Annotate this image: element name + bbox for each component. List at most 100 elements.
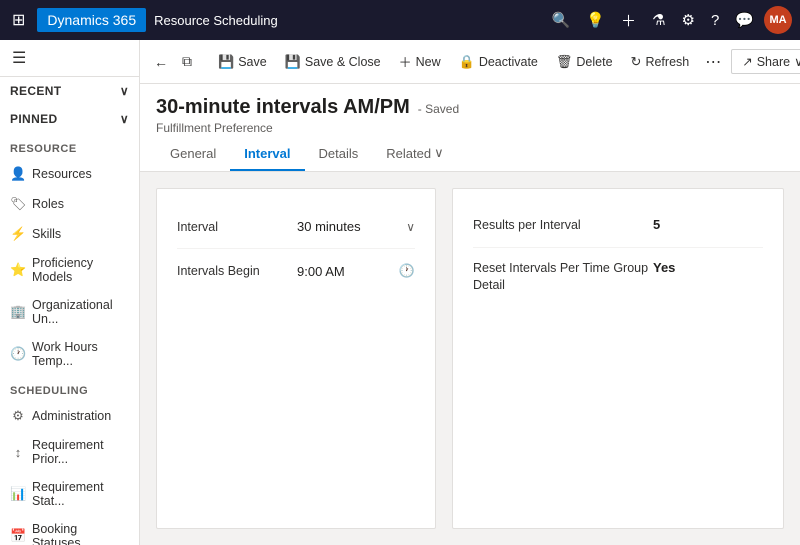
- more-button[interactable]: ⋯: [699, 48, 727, 76]
- intervals-begin-value-container[interactable]: 9:00 AM 🕐: [297, 263, 415, 279]
- hamburger-icon[interactable]: ☰: [0, 40, 139, 77]
- results-per-interval-value: 5: [653, 217, 660, 232]
- recent-collapse[interactable]: Recent ∨: [0, 77, 139, 105]
- admin-icon: ⚙: [10, 408, 26, 424]
- page-title-row: 30-minute intervals AM/PM - Saved: [156, 96, 784, 119]
- proficiency-icon: ⭐: [10, 262, 26, 278]
- req-priority-icon: ↕: [10, 445, 26, 460]
- scheduling-group-label: Scheduling: [0, 375, 139, 401]
- grid-icon[interactable]: ⊞: [8, 6, 29, 34]
- share-icon: ↗: [742, 54, 752, 69]
- resources-icon: 👤: [10, 166, 26, 182]
- booking-label: Booking Statuses: [32, 522, 129, 545]
- save-close-label: Save & Close: [305, 55, 381, 69]
- reset-intervals-field: Reset Intervals Per Time Group Detail Ye…: [473, 248, 763, 307]
- deactivate-icon: 🔒: [459, 54, 475, 70]
- deactivate-button[interactable]: 🔒 Deactivate: [451, 49, 546, 75]
- interval-dropdown-icon: ∨: [406, 220, 415, 234]
- interval-left-card: Interval 30 minutes ∨ Intervals Begin 9:…: [156, 188, 436, 529]
- recent-label: Recent: [10, 84, 62, 98]
- sidebar-item-skills[interactable]: ⚡ Skills: [0, 219, 139, 249]
- form-content: Interval 30 minutes ∨ Intervals Begin 9:…: [140, 172, 800, 545]
- new-icon: ＋: [399, 52, 412, 71]
- tab-general[interactable]: General: [156, 136, 230, 171]
- save-label: Save: [238, 55, 267, 69]
- share-button[interactable]: ↗ Share ∨: [731, 49, 800, 74]
- work-hours-icon: 🕐: [10, 346, 26, 362]
- sidebar-item-work-hours[interactable]: 🕐 Work Hours Temp...: [0, 333, 139, 375]
- funnel-icon[interactable]: ⚗: [646, 7, 671, 33]
- page-subtitle: Fulfillment Preference: [156, 121, 784, 135]
- module-name: Resource Scheduling: [154, 13, 538, 28]
- sidebar-item-booking-statuses[interactable]: 📅 Booking Statuses: [0, 515, 139, 545]
- sidebar-item-administration[interactable]: ⚙ Administration: [0, 401, 139, 431]
- work-hours-label: Work Hours Temp...: [32, 340, 129, 368]
- resource-group-label: Resource: [0, 133, 139, 159]
- results-per-interval-label: Results per Interval: [473, 217, 653, 235]
- avatar[interactable]: MA: [764, 6, 792, 34]
- proficiency-label: Proficiency Models: [32, 256, 129, 284]
- org-icon: 🏢: [10, 304, 26, 320]
- refresh-icon: ↻: [631, 54, 642, 70]
- intervals-begin-value: 9:00 AM: [297, 264, 345, 279]
- interval-value: 30 minutes: [297, 219, 361, 234]
- refresh-label: Refresh: [645, 55, 689, 69]
- tab-interval[interactable]: Interval: [230, 136, 304, 171]
- req-status-label: Requirement Stat...: [32, 480, 129, 508]
- deactivate-label: Deactivate: [479, 55, 538, 69]
- sidebar: ☰ Recent ∨ Pinned ∨ Resource 👤 Resources…: [0, 40, 140, 545]
- sidebar-item-req-status[interactable]: 📊 Requirement Stat...: [0, 473, 139, 515]
- topbar: ⊞ Dynamics 365 Resource Scheduling 🔍 💡 ＋…: [0, 0, 800, 40]
- tabs-bar: General Interval Details Related ∨: [140, 135, 800, 172]
- interval-field: Interval 30 minutes ∨: [177, 205, 415, 249]
- tab-related[interactable]: Related ∨: [372, 135, 457, 171]
- sidebar-item-org-units[interactable]: 🏢 Organizational Un...: [0, 291, 139, 333]
- share-label: Share: [757, 55, 790, 69]
- interval-right-card: Results per Interval 5 Reset Intervals P…: [452, 188, 784, 529]
- intervals-begin-label: Intervals Begin: [177, 264, 297, 278]
- recent-chevron: ∨: [120, 84, 129, 98]
- save-close-icon: 💾: [285, 54, 301, 70]
- help-icon[interactable]: ?: [705, 8, 725, 33]
- org-label: Organizational Un...: [32, 298, 129, 326]
- intervals-begin-field: Intervals Begin 9:00 AM 🕐: [177, 249, 415, 293]
- search-icon[interactable]: 🔍: [546, 7, 577, 33]
- lightbulb-icon[interactable]: 💡: [580, 7, 611, 33]
- chat-icon[interactable]: 💬: [729, 7, 760, 33]
- booking-icon: 📅: [10, 528, 26, 544]
- delete-icon: 🗑: [556, 54, 573, 70]
- save-close-button[interactable]: 💾 Save & Close: [277, 49, 389, 75]
- share-chevron: ∨: [794, 54, 800, 69]
- req-status-icon: 📊: [10, 486, 26, 502]
- skills-label: Skills: [32, 227, 61, 241]
- pinned-collapse[interactable]: Pinned ∨: [0, 105, 139, 133]
- page-header: 30-minute intervals AM/PM - Saved Fulfil…: [140, 84, 800, 135]
- skills-icon: ⚡: [10, 226, 26, 242]
- pinned-chevron: ∨: [120, 112, 129, 126]
- related-chevron: ∨: [434, 145, 444, 161]
- main-layout: ☰ Recent ∨ Pinned ∨ Resource 👤 Resources…: [0, 40, 800, 545]
- save-button[interactable]: 💾 Save: [210, 49, 275, 75]
- new-button[interactable]: ＋ New: [391, 47, 449, 76]
- reset-intervals-label: Reset Intervals Per Time Group Detail: [473, 260, 653, 295]
- plus-icon[interactable]: ＋: [615, 6, 642, 35]
- forward-button[interactable]: ⧉: [176, 49, 198, 74]
- sidebar-item-roles[interactable]: 🏷 Roles: [0, 189, 139, 219]
- sidebar-item-proficiency[interactable]: ⭐ Proficiency Models: [0, 249, 139, 291]
- sidebar-item-req-priority[interactable]: ↕ Requirement Prior...: [0, 431, 139, 473]
- back-button[interactable]: ←: [148, 50, 174, 74]
- delete-label: Delete: [576, 55, 612, 69]
- settings-icon[interactable]: ⚙: [676, 7, 701, 33]
- sidebar-item-resources[interactable]: 👤 Resources: [0, 159, 139, 189]
- refresh-button[interactable]: ↻ Refresh: [623, 49, 698, 75]
- saved-badge: - Saved: [418, 102, 459, 116]
- delete-button[interactable]: 🗑 Delete: [548, 49, 621, 75]
- admin-label: Administration: [32, 409, 111, 423]
- tab-details[interactable]: Details: [305, 136, 373, 171]
- clock-icon: 🕐: [399, 263, 415, 279]
- new-label: New: [416, 55, 441, 69]
- reset-intervals-value: Yes: [653, 260, 675, 275]
- app-name[interactable]: Dynamics 365: [37, 8, 146, 32]
- interval-value-container[interactable]: 30 minutes ∨: [297, 219, 415, 234]
- content-area: ← ⧉ 💾 Save 💾 Save & Close ＋ New 🔒 Deacti…: [140, 40, 800, 545]
